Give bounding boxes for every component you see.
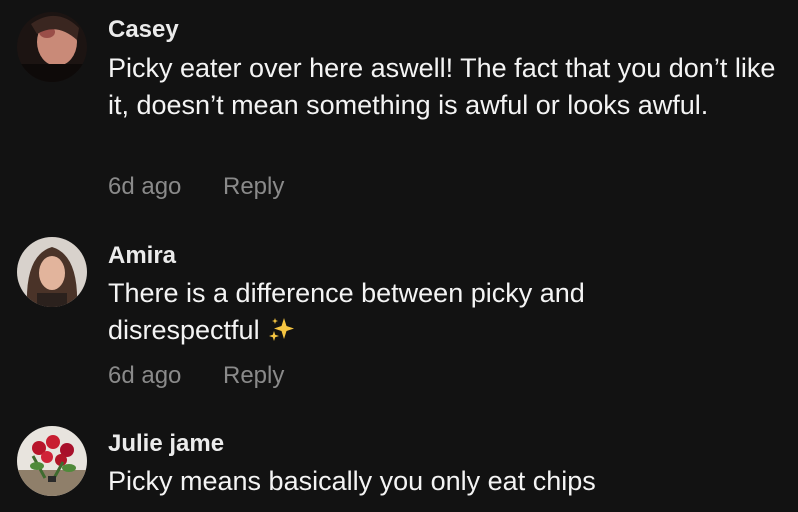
comment-timestamp: 6d ago	[108, 173, 182, 200]
comment-text: Picky means basically you only eat chips	[108, 466, 596, 496]
comment-list: Casey Picky eater over here aswell! The …	[0, 0, 798, 512]
avatar-photo-icon	[17, 237, 87, 307]
comment-item: Julie jame Picky means basically you onl…	[0, 410, 798, 512]
avatar[interactable]	[17, 426, 87, 496]
comment-meta: 6d ago Reply	[108, 362, 284, 390]
comment-meta: 6d ago Reply	[108, 173, 284, 201]
comment-username[interactable]: Julie jame	[108, 430, 224, 458]
avatar-photo-icon	[17, 12, 87, 82]
comment-username[interactable]: Casey	[108, 16, 179, 44]
comment-text: Picky eater over here aswell! The fact t…	[108, 53, 776, 120]
sparkles-icon	[268, 315, 296, 352]
comment-item: Amira There is a difference between pick…	[0, 220, 798, 410]
reply-button[interactable]: Reply	[223, 362, 284, 390]
comment-timestamp: 6d ago	[108, 362, 182, 389]
avatar[interactable]	[17, 12, 87, 82]
comment-text: There is a difference between picky and …	[108, 275, 668, 352]
avatar-photo-icon	[17, 426, 87, 496]
reply-button[interactable]: Reply	[223, 173, 284, 201]
comment-text-content: There is a difference between picky and …	[108, 278, 585, 345]
comment-item: Casey Picky eater over here aswell! The …	[0, 0, 798, 220]
avatar[interactable]	[17, 237, 87, 307]
comment-username[interactable]: Amira	[108, 242, 176, 270]
